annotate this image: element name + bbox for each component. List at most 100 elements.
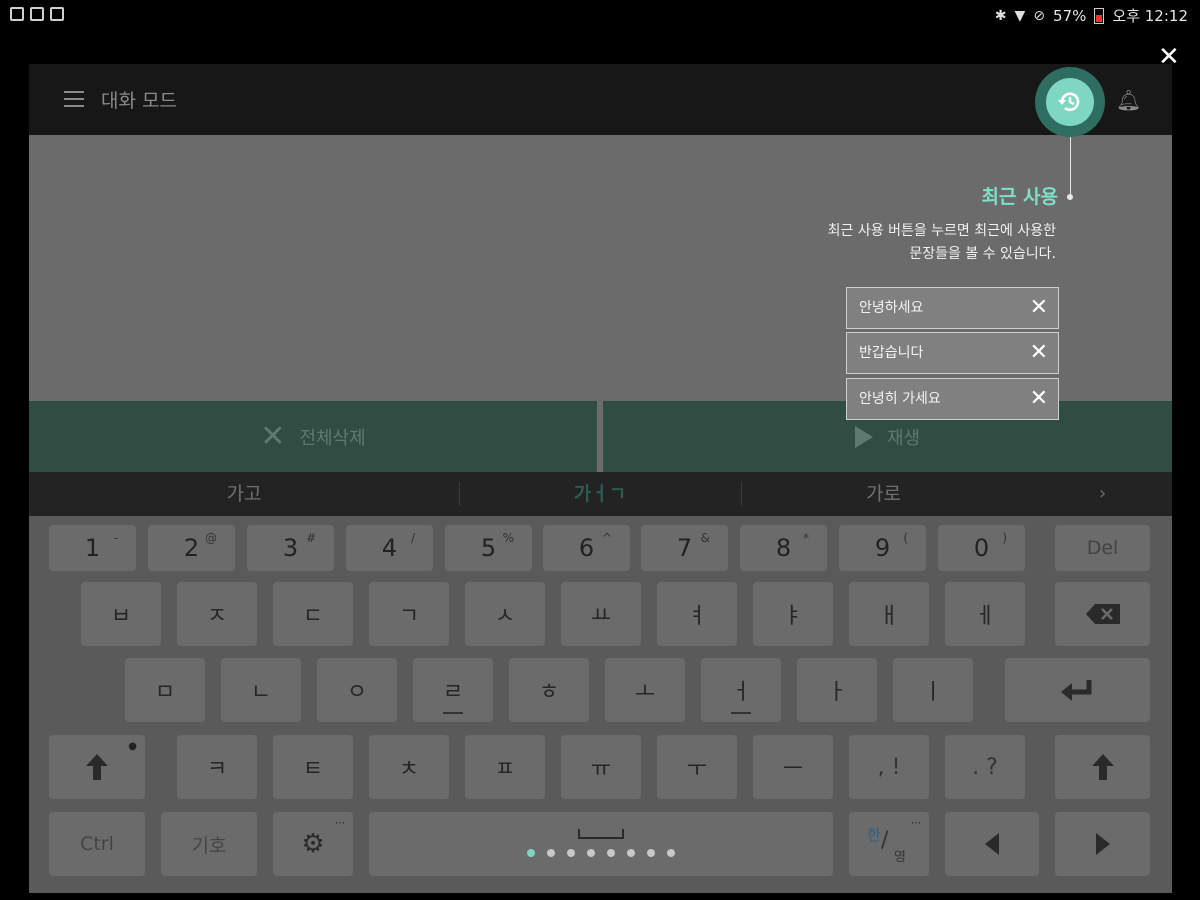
key-punct-comma[interactable]: , ! bbox=[849, 735, 929, 799]
app-bar: 대화 모드 🔔︎ bbox=[29, 64, 1172, 135]
key-letter[interactable]: ㅏ bbox=[797, 658, 877, 722]
key-main: 2 bbox=[183, 534, 200, 562]
left-arrow-key[interactable] bbox=[945, 812, 1039, 876]
key-letter[interactable]: ㅌ bbox=[273, 735, 353, 799]
key-letter[interactable]: ㅁ bbox=[125, 658, 205, 722]
space-icon bbox=[578, 829, 624, 839]
page-dot bbox=[587, 849, 595, 857]
key-letter[interactable]: ㅐ bbox=[849, 582, 929, 646]
suggestion-item[interactable]: 가고 bbox=[29, 472, 459, 516]
key-letter[interactable]: ㄱ bbox=[369, 582, 449, 646]
right-arrow-key[interactable] bbox=[1055, 812, 1150, 876]
key-8[interactable]: 8 * bbox=[740, 525, 827, 571]
key-letter[interactable]: ㅜ bbox=[657, 735, 737, 799]
calendar-icon bbox=[30, 7, 44, 21]
recent-item[interactable]: 반갑습니다 ✕ bbox=[846, 332, 1059, 374]
key-main: 4 bbox=[381, 534, 398, 562]
key-letter[interactable]: ㅈ bbox=[177, 582, 257, 646]
enter-icon bbox=[1060, 680, 1091, 701]
backspace-icon bbox=[1085, 604, 1120, 624]
key-letter[interactable]: ㄷ bbox=[273, 582, 353, 646]
page-dot bbox=[667, 849, 675, 857]
key-letter[interactable]: ㄴ bbox=[221, 658, 301, 722]
key-1[interactable]: 1- bbox=[49, 525, 136, 571]
shift-arrow-icon bbox=[86, 754, 108, 780]
key-letter[interactable]: ㅅ bbox=[465, 582, 545, 646]
page-dot bbox=[647, 849, 655, 857]
page-dot bbox=[607, 849, 615, 857]
key-letter[interactable]: ㅎ bbox=[509, 658, 589, 722]
key-6[interactable]: 6 ^ bbox=[543, 525, 630, 571]
key-letter[interactable]: ㅊ bbox=[369, 735, 449, 799]
key-letter[interactable]: ㅓ bbox=[701, 658, 781, 722]
key-3[interactable]: 3 # bbox=[247, 525, 334, 571]
key-letter[interactable]: ㄹ bbox=[413, 658, 493, 722]
backspace-key[interactable] bbox=[1055, 582, 1150, 646]
page-dot bbox=[547, 849, 555, 857]
key-5[interactable]: 5% bbox=[445, 525, 532, 571]
key-letter[interactable]: ㅂ bbox=[81, 582, 161, 646]
key-letter[interactable]: ㅔ bbox=[945, 582, 1025, 646]
wifi-icon: ▼ bbox=[1014, 7, 1026, 24]
key-letter[interactable]: ㅠ bbox=[561, 735, 641, 799]
key-4[interactable]: 4/ bbox=[346, 525, 433, 571]
key-0[interactable]: 0) bbox=[938, 525, 1025, 571]
key-letter[interactable]: ㅍ bbox=[465, 735, 545, 799]
more-dots: ⋯ bbox=[911, 818, 921, 829]
home-marker bbox=[731, 712, 751, 714]
clock: 오후 12:12 bbox=[1112, 7, 1188, 25]
tooltip-description-line: 최근 사용 버튼을 누르면 최근에 사용한 bbox=[827, 223, 1056, 239]
language-key[interactable]: 한 / 영 ⋯ bbox=[849, 812, 929, 876]
recent-item-label: 안녕히 가세요 bbox=[859, 391, 941, 407]
key-9[interactable]: 9( bbox=[839, 525, 926, 571]
status-bar: ✱ ▼ ⊘ 57% 오후 12:12 bbox=[0, 0, 1200, 32]
key-alt: @ bbox=[205, 531, 217, 545]
key-alt: * bbox=[803, 531, 809, 545]
suggestion-item[interactable]: 가ㅓㄱ bbox=[459, 472, 741, 516]
key-letter[interactable]: ㅡ bbox=[753, 735, 833, 799]
key-7[interactable]: 7 & bbox=[641, 525, 728, 571]
key-letter[interactable]: ㅑ bbox=[753, 582, 833, 646]
key-letter[interactable]: ㅕ bbox=[657, 582, 737, 646]
system-status: ✱ ▼ ⊘ 57% 오후 12:12 bbox=[995, 5, 1188, 26]
recent-item[interactable]: 안녕하세요 ✕ bbox=[846, 287, 1059, 329]
shift-key-right[interactable] bbox=[1055, 735, 1150, 799]
key-letter[interactable]: ㅗ bbox=[605, 658, 685, 722]
ctrl-key[interactable]: Ctrl bbox=[49, 812, 145, 876]
key-2[interactable]: 2 @ bbox=[148, 525, 235, 571]
chevron-right-icon[interactable]: › bbox=[1099, 472, 1106, 516]
key-punct-period[interactable]: . ? bbox=[945, 735, 1025, 799]
key-letter[interactable]: ㅣ bbox=[893, 658, 973, 722]
clear-all-button[interactable]: ✕ 전체삭제 bbox=[29, 401, 597, 472]
tooltip-description-line: 문장들을 볼 수 있습니다. bbox=[909, 246, 1056, 262]
close-icon[interactable]: ✕ bbox=[1030, 288, 1048, 328]
key-main: 5 bbox=[480, 534, 497, 562]
bell-icon[interactable]: 🔔︎ bbox=[1116, 88, 1141, 112]
tooltip-connector-dot bbox=[1067, 194, 1073, 200]
symbol-key[interactable]: 기호 bbox=[161, 812, 257, 876]
key-letter[interactable]: ㅛ bbox=[561, 582, 641, 646]
arrow-left-icon bbox=[985, 833, 999, 855]
indicator-dot: ● bbox=[128, 741, 137, 752]
shift-key-left[interactable]: ● bbox=[49, 735, 145, 799]
recent-button[interactable] bbox=[1046, 78, 1094, 126]
settings-key[interactable]: ⚙ ⋯ bbox=[273, 812, 353, 876]
recent-item-label: 반갑습니다 bbox=[859, 345, 924, 361]
page-indicator bbox=[527, 849, 675, 857]
del-key[interactable]: Del bbox=[1055, 525, 1150, 571]
recent-item[interactable]: 안녕히 가세요 ✕ bbox=[846, 378, 1059, 420]
tooltip-connector bbox=[1070, 137, 1071, 197]
tooltip-description: 최근 사용 버튼을 누르면 최근에 사용한 문장들을 볼 수 있습니다. bbox=[770, 220, 1056, 266]
bluetooth-icon: ✱ bbox=[994, 7, 1007, 24]
enter-key[interactable] bbox=[1005, 658, 1150, 722]
play-label: 재생 bbox=[886, 427, 921, 449]
close-icon[interactable]: ✕ bbox=[1030, 379, 1048, 419]
key-letter[interactable]: ㅇ bbox=[317, 658, 397, 722]
close-icon[interactable]: ✕ bbox=[1030, 333, 1048, 373]
key-letter[interactable]: ㅋ bbox=[177, 735, 257, 799]
menu-icon[interactable] bbox=[64, 91, 84, 107]
lang-top: 한 bbox=[867, 826, 881, 844]
suggestion-item[interactable]: 가로 bbox=[741, 472, 1026, 516]
space-key[interactable] bbox=[369, 812, 833, 876]
battery-icon bbox=[1094, 7, 1105, 24]
